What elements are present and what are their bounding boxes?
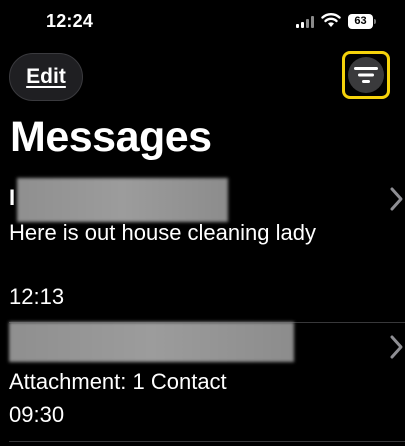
chevron-right-icon [390, 187, 403, 211]
status-bar: 12:24 63 [0, 0, 405, 44]
chevron-right-icon [390, 335, 403, 359]
filter-icon [354, 67, 378, 83]
message-time: 09:30 [9, 402, 65, 427]
cellular-signal-icon [296, 16, 316, 28]
battery-icon: 63 [348, 14, 377, 29]
filter-button[interactable] [348, 57, 384, 93]
sender-name [9, 322, 294, 366]
sender-name: I [9, 178, 229, 222]
redacted-name [9, 322, 294, 362]
wifi-icon [321, 13, 341, 27]
edit-button[interactable]: Edit [9, 53, 83, 101]
message-preview: Attachment: 1 Contact [9, 369, 227, 394]
filter-button-highlight [342, 51, 390, 99]
page-title: Messages [10, 113, 212, 161]
status-time: 12:24 [46, 11, 94, 31]
battery-level: 63 [354, 15, 367, 27]
row-divider [9, 441, 405, 442]
message-time: 12:13 [9, 284, 65, 309]
redacted-name [17, 178, 228, 222]
message-preview: Here is out house cleaning lady [9, 220, 316, 245]
sender-initial: I [9, 185, 16, 210]
